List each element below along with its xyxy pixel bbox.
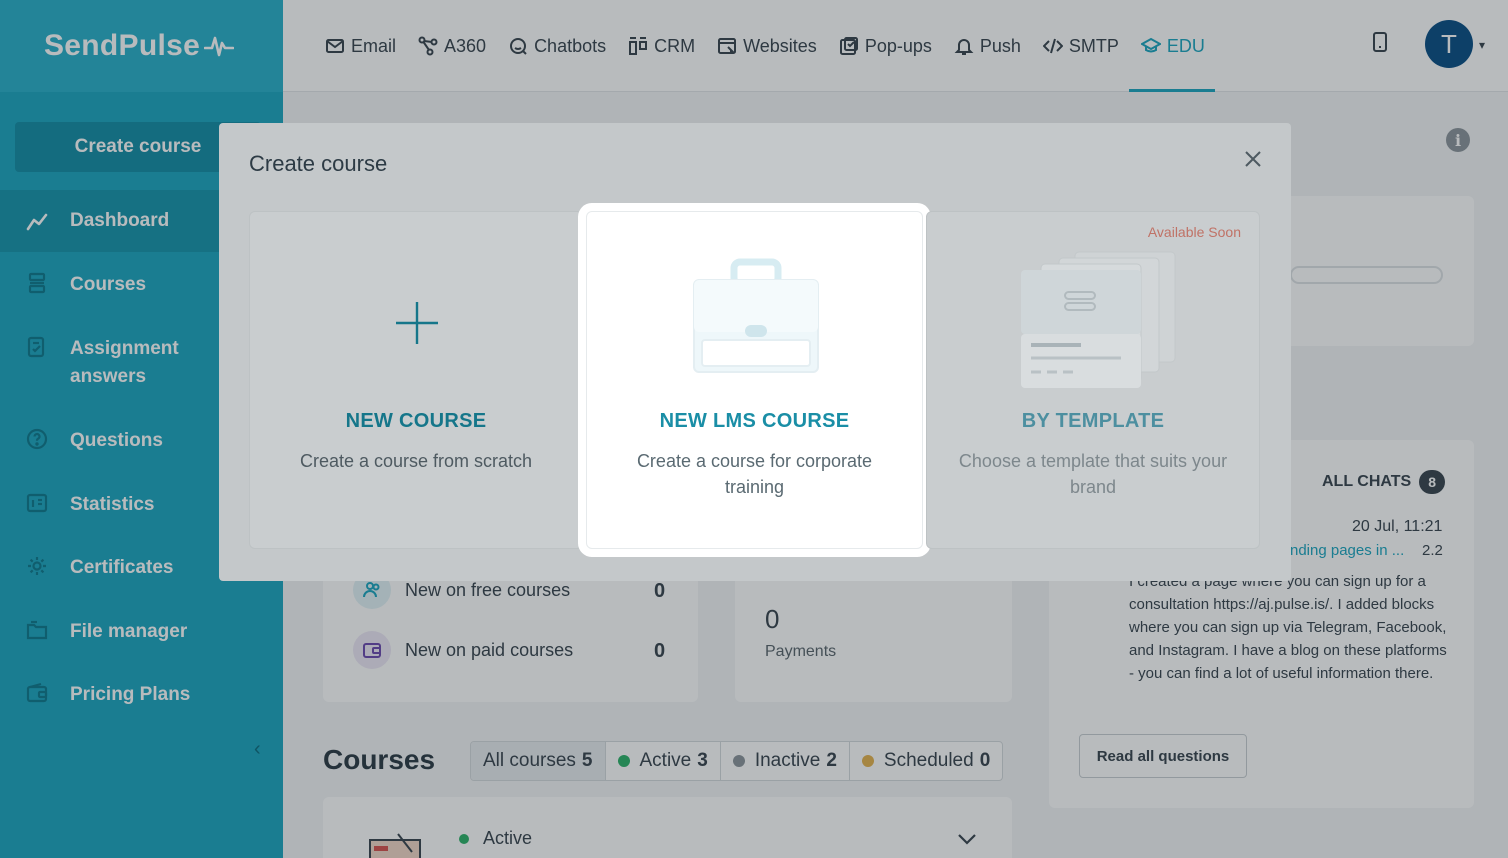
modal-title: Create course [249,151,388,176]
option-description: Choose a template that suits your brand [958,451,1228,497]
option-title: BY TEMPLATE [1021,410,1165,432]
available-soon-badge: Available Soon [1147,224,1241,240]
close-icon[interactable] [1243,149,1263,169]
briefcase-icon [693,258,819,373]
create-course-modal: Create course NEW COURSE Create a course… [219,123,1291,581]
option-new-lms-course[interactable]: NEW LMS COURSE Create a course for corpo… [586,211,923,549]
option-by-template[interactable]: Available Soon BY TEMPLATE Choose a temp… [926,211,1260,549]
option-description: Create a course for corporate training [636,451,873,497]
option-title: NEW LMS COURSE [659,410,850,432]
plus-icon [396,302,438,344]
option-title: NEW COURSE [345,410,487,432]
option-description: Create a course from scratch [299,451,533,471]
template-pages-icon [1021,251,1176,388]
option-new-course[interactable]: NEW COURSE Create a course from scratch [249,211,583,549]
